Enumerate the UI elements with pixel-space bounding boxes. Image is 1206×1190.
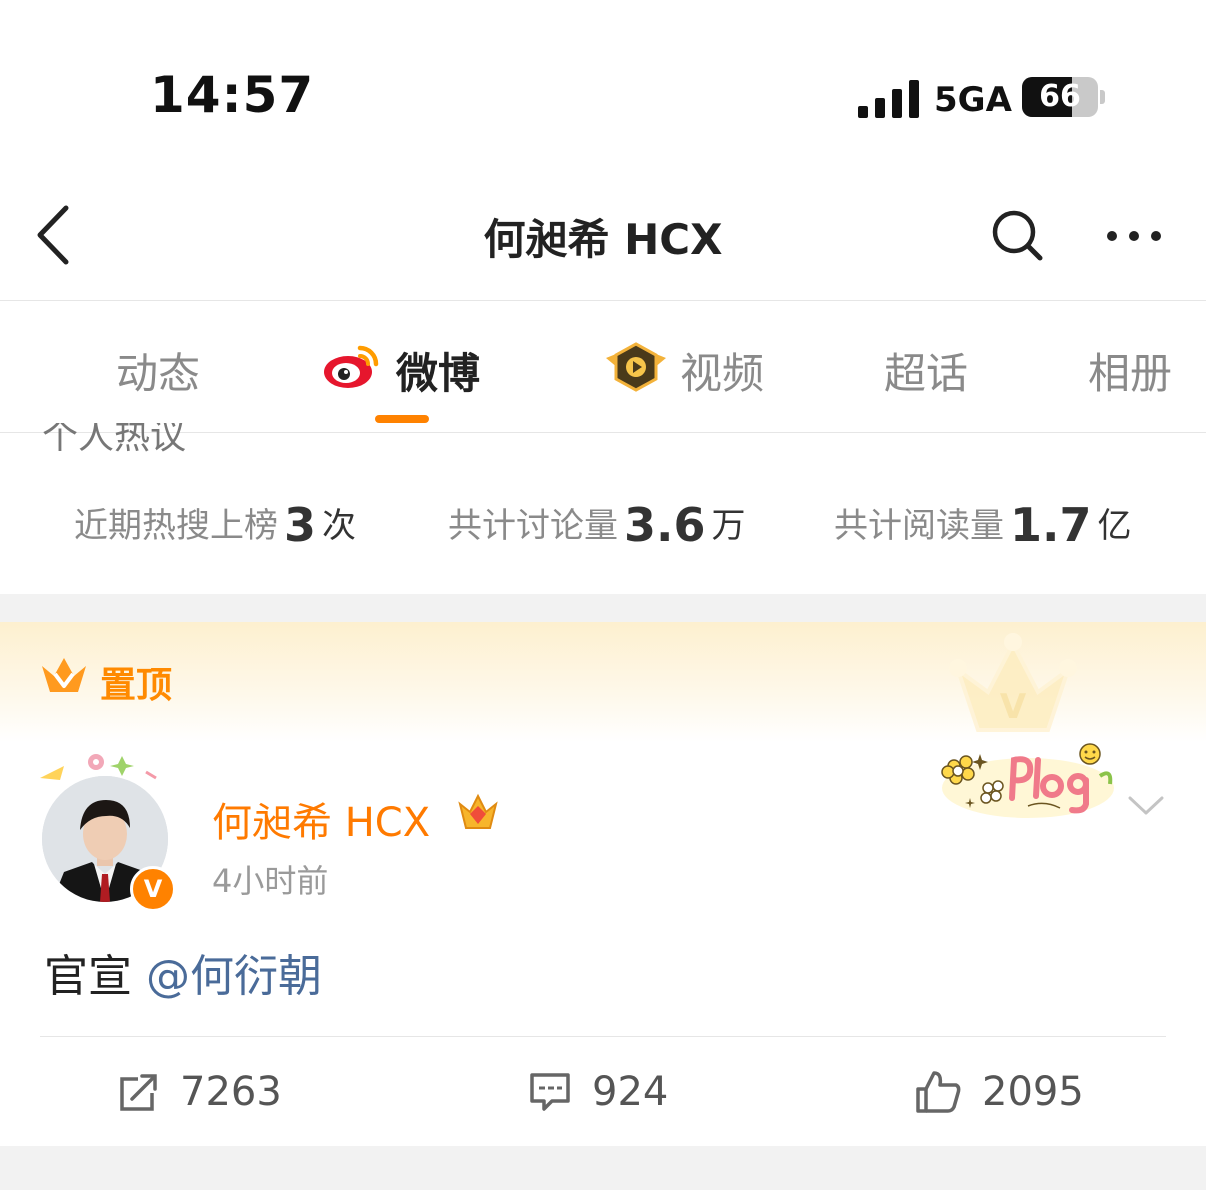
hot-section-label: 个人热议 <box>42 423 186 463</box>
plog-sticker-icon <box>941 743 1114 818</box>
post-mention-link[interactable]: @何衍朝 <box>146 951 322 1002</box>
post-content: 官宣 @何衍朝 <box>44 940 322 1004</box>
comment-count: 924 <box>592 1069 669 1115</box>
like-count: 2095 <box>982 1069 1084 1115</box>
stat-discussion[interactable]: 共计讨论量 3.6 万 <box>448 498 746 552</box>
post-time: 4小时前 <box>212 862 329 900</box>
vip-crown-icon <box>458 793 498 829</box>
svg-text:V: V <box>1000 687 1027 727</box>
stat-unit: 万 <box>711 506 746 546</box>
section-gap <box>0 594 1206 622</box>
search-icon[interactable] <box>990 208 1044 262</box>
stat-label: 近期热搜上榜 <box>74 506 278 546</box>
like-button[interactable]: 2095 <box>914 1064 1084 1120</box>
pinned-label: 置顶 <box>100 665 173 706</box>
status-time: 14:57 <box>150 66 315 124</box>
tab-dongtai[interactable]: 动态 <box>116 340 200 401</box>
signal-icon <box>858 78 920 118</box>
tab-supertopic[interactable]: 超话 <box>884 340 968 401</box>
comment-button[interactable]: 924 <box>528 1064 668 1120</box>
battery-tip <box>1100 90 1105 104</box>
stat-label: 共计讨论量 <box>448 506 618 546</box>
video-icon <box>606 342 666 392</box>
battery-icon: 66 <box>1022 77 1098 117</box>
stat-reads[interactable]: 共计阅读量 1.7 亿 <box>834 498 1132 552</box>
stat-value: 3 <box>284 498 317 552</box>
repost-button[interactable]: 7263 <box>118 1064 282 1120</box>
stat-unit: 亿 <box>1097 506 1132 546</box>
stat-label: 共计阅读量 <box>834 506 1004 546</box>
section-gap-bottom <box>0 1146 1206 1190</box>
like-icon <box>916 1071 961 1113</box>
stat-hot-search[interactable]: 近期热搜上榜 3 次 <box>74 498 356 552</box>
tab-weibo[interactable]: 微博 <box>396 340 480 401</box>
pinned-crown-icon <box>42 658 86 692</box>
post-author[interactable]: 何昶希 HCX <box>212 790 430 848</box>
tab-album[interactable]: 相册 <box>1088 340 1172 401</box>
stat-value: 1.7 <box>1010 498 1092 552</box>
battery-level: 66 <box>1039 79 1081 114</box>
stat-unit: 次 <box>322 506 357 546</box>
post-divider <box>40 1036 1166 1037</box>
comment-icon <box>530 1073 570 1111</box>
hot-section-label-text: 个人热议 <box>42 423 187 457</box>
header-divider <box>0 300 1206 301</box>
weibo-logo-icon <box>324 345 379 388</box>
repost-icon <box>120 1074 157 1111</box>
post-content-text: 官宣 <box>44 951 132 1002</box>
stat-value: 3.6 <box>624 498 706 552</box>
active-tab-indicator <box>375 415 429 423</box>
more-icon[interactable] <box>1104 216 1164 256</box>
chevron-down-icon[interactable] <box>1126 794 1166 818</box>
network-label: 5GA <box>934 80 1012 120</box>
tab-video[interactable]: 视频 <box>680 340 764 401</box>
crown-watermark-icon: V <box>949 633 1077 732</box>
verified-badge: V <box>130 866 176 912</box>
repost-count: 7263 <box>180 1069 282 1115</box>
